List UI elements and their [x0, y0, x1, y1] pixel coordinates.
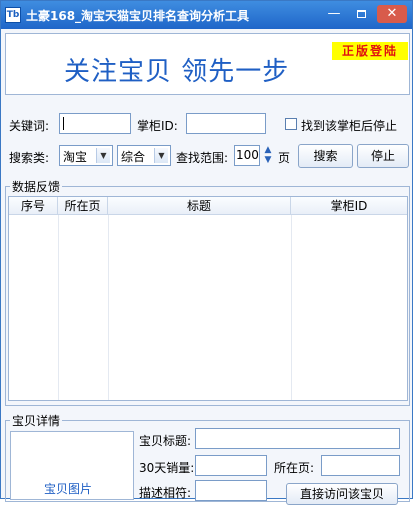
app-window: Tb 土豪168_淘宝天猫宝贝排名查询分析工具 — ✕ 关注宝贝 领先一步 正版… [0, 0, 413, 505]
product-title-field[interactable] [195, 428, 400, 449]
description-match-label: 描述相符: [139, 486, 192, 500]
range-spinner[interactable]: ▲ ▼ [261, 145, 275, 166]
search-type-label: 搜索类: [9, 151, 50, 165]
genuine-login-badge[interactable]: 正版登陆 [332, 42, 408, 60]
keyword-label: 关键词: [9, 119, 50, 133]
column-header-shop-id[interactable]: 掌柜ID [291, 197, 407, 215]
sales-30d-field[interactable] [195, 455, 267, 476]
maximize-icon [356, 9, 366, 18]
results-table[interactable]: 序号 所在页 标题 掌柜ID [8, 196, 408, 401]
chevron-down-icon[interactable]: ▼ [96, 148, 110, 163]
banner-slogan: 关注宝贝 领先一步 [64, 57, 290, 87]
located-page-label: 所在页: [274, 461, 315, 475]
column-header-page[interactable]: 所在页 [58, 197, 108, 215]
shop-id-label: 掌柜ID: [137, 119, 178, 133]
range-input-value: 100 [236, 148, 259, 162]
keyword-input[interactable] [59, 113, 131, 134]
platform-select[interactable]: 淘宝 ▼ [59, 145, 113, 166]
stop-button[interactable]: 停止 [357, 144, 409, 168]
spin-down-icon[interactable]: ▼ [261, 155, 275, 165]
column-divider [58, 215, 59, 400]
platform-select-value: 淘宝 [63, 150, 88, 164]
sort-select[interactable]: 综合 ▼ [117, 145, 171, 166]
results-group-title: 数据反馈 [10, 178, 63, 195]
stop-when-found-label[interactable]: 找到该掌柜后停止 [301, 117, 397, 134]
maximize-button[interactable] [350, 5, 372, 23]
column-divider [108, 215, 109, 400]
chevron-down-icon[interactable]: ▼ [154, 148, 168, 163]
product-image-label: 宝贝图片 [44, 482, 93, 496]
title-bar[interactable]: Tb 土豪168_淘宝天猫宝贝排名查询分析工具 — ✕ [1, 1, 412, 29]
range-label: 查找范围: [176, 151, 229, 165]
minimize-button[interactable]: — [323, 5, 345, 23]
window-title: 土豪168_淘宝天猫宝贝排名查询分析工具 [26, 9, 250, 23]
details-group-title: 宝贝详情 [10, 412, 63, 429]
pages-unit-label: 页 [278, 151, 291, 165]
visit-product-button[interactable]: 直接访问该宝贝 [286, 483, 398, 505]
column-header-index[interactable]: 序号 [9, 197, 58, 215]
description-match-field[interactable] [195, 480, 267, 501]
spin-up-icon[interactable]: ▲ [261, 145, 275, 155]
results-table-header: 序号 所在页 标题 掌柜ID [9, 197, 407, 215]
search-button[interactable]: 搜索 [298, 144, 353, 168]
column-header-title[interactable]: 标题 [108, 197, 291, 215]
sales-30d-label: 30天销量: [139, 461, 195, 475]
app-icon: Tb [5, 7, 21, 23]
text-caret [63, 117, 64, 130]
shop-id-input[interactable] [186, 113, 266, 134]
located-page-field[interactable] [321, 455, 400, 476]
close-button[interactable]: ✕ [377, 5, 407, 23]
stop-when-found-checkbox[interactable] [285, 118, 297, 130]
range-input[interactable]: 100 [234, 145, 260, 166]
product-image-box: 宝贝图片 [10, 431, 134, 500]
column-divider [291, 215, 292, 400]
sort-select-value: 综合 [121, 150, 146, 164]
product-title-label: 宝贝标题: [139, 434, 192, 448]
